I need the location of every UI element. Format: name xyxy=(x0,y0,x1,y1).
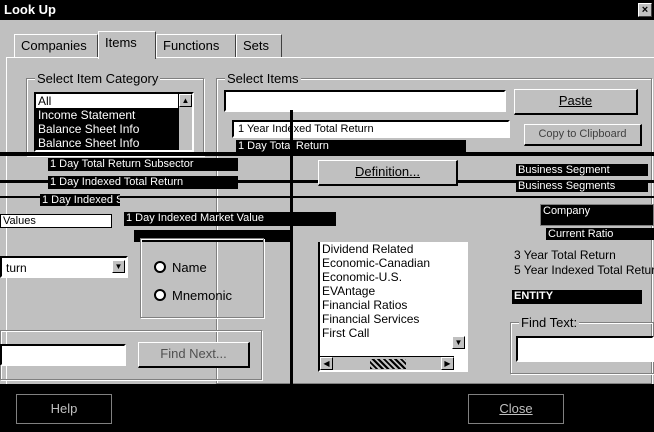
definition-button[interactable]: Definition... xyxy=(318,160,458,186)
render-artifact xyxy=(0,152,654,156)
tab-functions[interactable]: Functions xyxy=(156,34,236,58)
right-list-item[interactable]: 5 Year Indexed Total Return xyxy=(514,263,654,277)
find-text-legend: Find Text: xyxy=(519,315,580,330)
close-icon[interactable]: × xyxy=(638,3,652,17)
close-button[interactable]: Close xyxy=(468,394,564,424)
item-row[interactable]: 1 Day Indexed Share Price xyxy=(40,194,120,206)
item-search-input[interactable] xyxy=(224,90,506,112)
scroll-thumb[interactable] xyxy=(370,359,406,369)
radio-name-label: Name xyxy=(172,260,207,275)
tab-companies[interactable]: Companies xyxy=(14,34,98,58)
scroll-right-icon[interactable]: ▶ xyxy=(441,357,454,370)
list-item[interactable]: Dividend Related xyxy=(320,242,466,256)
radio-mnemonic-label: Mnemonic xyxy=(172,288,232,303)
list-item[interactable]: Economic-U.S. xyxy=(320,270,466,284)
title-bar: Look Up × xyxy=(0,0,654,20)
radio-name[interactable] xyxy=(154,261,166,273)
select-items-legend: Select Items xyxy=(225,71,301,86)
category-listbox[interactable]: All Income Statement Balance Sheet Info … xyxy=(34,92,194,152)
item-row[interactable]: 1 Day Total Return Subsector xyxy=(48,158,238,171)
dropdown-arrow-icon[interactable]: ▼ xyxy=(112,260,125,273)
list-item[interactable]: EVAntage xyxy=(320,284,466,298)
list-item[interactable]: Financial Ratios xyxy=(320,298,466,312)
paste-button[interactable]: Paste xyxy=(514,89,638,115)
scroll-down-icon[interactable]: ▼ xyxy=(452,336,465,349)
find-next-button[interactable]: Find Next... xyxy=(138,342,250,368)
entity-highlight: ENTITY xyxy=(512,290,642,304)
find-input-left[interactable] xyxy=(0,344,126,366)
lookup-dialog: Look Up × Companies Items Functions Sets… xyxy=(0,0,654,432)
list-item[interactable]: First Call xyxy=(320,326,466,340)
horizontal-scrollbar[interactable]: ◀ ▶ xyxy=(320,356,454,370)
item-combo[interactable]: 1 Year Indexed Total Return xyxy=(232,120,510,138)
right-list-item[interactable]: 3 Year Total Return xyxy=(514,248,616,262)
tab-items[interactable]: Items xyxy=(98,31,156,59)
category-item[interactable]: All xyxy=(36,94,192,108)
right-list-item[interactable]: Business Segment xyxy=(516,164,648,176)
category-scrollbar[interactable]: ▲ xyxy=(178,94,192,150)
item-row[interactable]: 1 Day Indexed Total Return xyxy=(48,176,238,189)
values-label: Values xyxy=(0,214,112,228)
sort-group xyxy=(140,238,264,318)
right-list-item[interactable]: Current Ratio xyxy=(546,228,654,240)
list-item[interactable]: Economic-Canadian xyxy=(320,256,466,270)
category-item[interactable]: Balance Sheet Info xyxy=(36,136,192,150)
return-field[interactable]: turn ▼ xyxy=(0,256,128,278)
window-title: Look Up xyxy=(4,2,56,17)
category-item[interactable]: Balance Sheet Info xyxy=(36,122,192,136)
scroll-left-icon[interactable]: ◀ xyxy=(320,357,333,370)
copy-to-clipboard-button[interactable]: Copy to Clipboard xyxy=(524,124,642,146)
items-listbox[interactable]: Dividend Related Economic-Canadian Econo… xyxy=(318,242,468,372)
find-text-input[interactable] xyxy=(516,336,654,362)
category-legend: Select Item Category xyxy=(35,71,161,86)
tab-sets[interactable]: Sets xyxy=(236,34,282,58)
right-list-item[interactable]: Company xyxy=(540,204,654,226)
right-list-item[interactable]: Business Segments xyxy=(516,180,648,192)
radio-mnemonic[interactable] xyxy=(154,289,166,301)
list-item[interactable]: Financial Services xyxy=(320,312,466,326)
item-row[interactable]: 1 Day Indexed Market Value xyxy=(124,212,336,226)
scroll-up-icon[interactable]: ▲ xyxy=(179,94,192,107)
help-button[interactable]: Help xyxy=(16,394,112,424)
category-item[interactable]: Income Statement xyxy=(36,108,192,122)
